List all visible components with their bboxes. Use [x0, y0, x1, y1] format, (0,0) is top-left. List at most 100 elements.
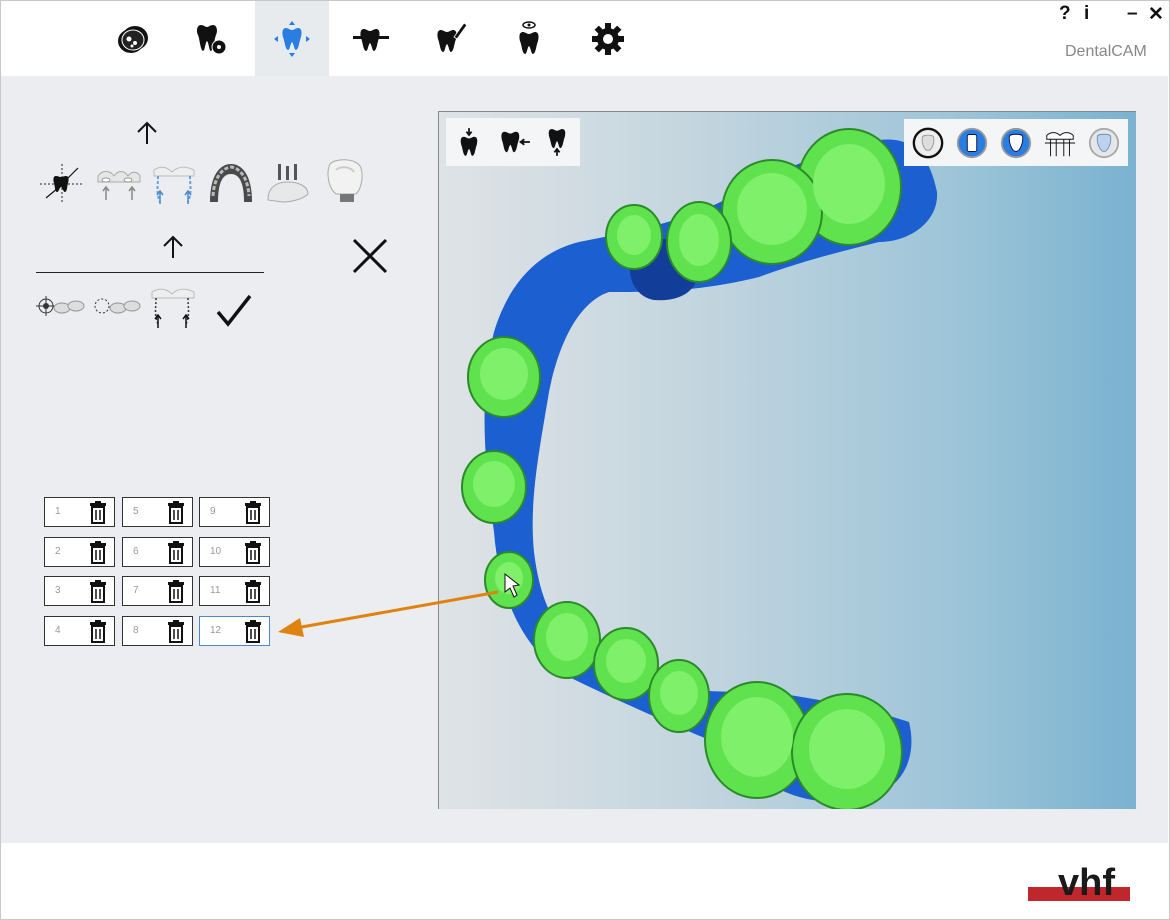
solid-view-button[interactable] — [953, 123, 991, 163]
info-button[interactable]: i — [1084, 3, 1089, 25]
tooth-side-view-icon — [501, 131, 530, 153]
jaw-tool[interactable] — [206, 162, 256, 206]
object-slot[interactable]: 12 — [199, 616, 270, 646]
help-button[interactable]: ? — [1059, 3, 1071, 25]
tooth-move-icon — [274, 20, 310, 57]
object-slot[interactable]: 11 — [199, 576, 270, 606]
tab-add-object[interactable] — [175, 1, 249, 76]
slot-number: 11 — [210, 585, 221, 596]
trash-icon[interactable] — [244, 580, 262, 603]
slot-number: 7 — [133, 585, 139, 596]
transparent-view-icon — [1088, 127, 1120, 159]
connectors-tool[interactable] — [150, 162, 198, 206]
sinter-pins-icon — [151, 288, 195, 328]
footer-bar — [1, 843, 1168, 918]
slot-number: 4 — [55, 625, 61, 636]
object-slot[interactable]: 2 — [44, 537, 115, 567]
annotation-arrow — [278, 590, 499, 637]
gear-icon — [592, 22, 624, 55]
display-mode-toolbar — [904, 119, 1128, 166]
pins-tooth-icon — [267, 164, 309, 203]
target-objects-icon — [36, 296, 85, 316]
object-slot[interactable]: 1 — [44, 497, 115, 527]
slot-number: 10 — [210, 546, 222, 557]
crown-view-button[interactable] — [997, 123, 1035, 163]
tooth-top-view-icon — [460, 128, 478, 156]
close-window-button[interactable]: ✕ — [1148, 3, 1164, 26]
panel-divider — [36, 272, 264, 273]
trash-icon[interactable] — [244, 541, 262, 564]
jaw-icon — [210, 164, 252, 202]
outline-view-button[interactable] — [909, 123, 947, 163]
tab-view[interactable] — [492, 1, 566, 76]
outline-view-icon — [912, 127, 944, 159]
close-icon[interactable] — [350, 236, 390, 276]
slot-number: 5 — [133, 506, 139, 517]
blank-disc-icon — [118, 25, 148, 53]
support-pins-tool[interactable] — [94, 162, 144, 206]
trash-icon[interactable] — [244, 620, 262, 643]
crown-view-icon — [1000, 127, 1032, 159]
support-pins-icon — [97, 171, 141, 200]
tooth-eye-icon — [519, 20, 539, 54]
top-toolbar: ? i – ✕ DentalCAM — [1, 1, 1168, 76]
rotate-objects-icon — [94, 298, 141, 314]
trash-icon[interactable] — [244, 501, 262, 524]
trash-icon[interactable] — [167, 541, 185, 564]
arrow-up-icon[interactable] — [160, 234, 186, 260]
sinter-pins-tool[interactable] — [148, 286, 198, 330]
trash-icon[interactable] — [89, 580, 107, 603]
3d-viewport[interactable] — [438, 111, 1136, 809]
minimize-button[interactable]: – — [1127, 3, 1138, 25]
bridge-view-button[interactable] — [1041, 123, 1079, 163]
position-icon — [40, 164, 84, 204]
object-slot[interactable]: 9 — [199, 497, 270, 527]
rotate-objects-tool[interactable] — [92, 288, 142, 324]
trash-icon[interactable] — [89, 620, 107, 643]
slot-number: 2 — [55, 546, 61, 557]
view-direction-toolbar — [446, 118, 580, 166]
object-slot[interactable]: 10 — [199, 537, 270, 567]
object-slot[interactable]: 4 — [44, 616, 115, 646]
tab-settings[interactable] — [571, 1, 645, 76]
arrow-up-icon[interactable] — [134, 120, 160, 146]
abutment-tool[interactable] — [320, 158, 368, 208]
trash-icon[interactable] — [167, 580, 185, 603]
tab-preparation[interactable] — [334, 1, 408, 76]
vhf-logo-text: vhf — [1058, 862, 1115, 904]
pins-tooth-tool[interactable] — [264, 162, 312, 206]
view-top-button[interactable] — [450, 122, 488, 162]
object-slot[interactable]: 5 — [122, 497, 193, 527]
slot-number: 12 — [210, 625, 222, 636]
tooth-tool-icon — [353, 28, 389, 51]
view-side-button[interactable] — [496, 122, 534, 162]
trash-icon[interactable] — [89, 501, 107, 524]
check-icon[interactable] — [214, 290, 254, 330]
slot-number: 9 — [210, 506, 216, 517]
trash-icon[interactable] — [167, 501, 185, 524]
solid-view-icon — [956, 127, 988, 159]
tab-calculation[interactable] — [413, 1, 487, 76]
tab-job[interactable] — [96, 1, 170, 76]
tooth-add-icon — [197, 24, 227, 54]
slot-number: 8 — [133, 625, 139, 636]
connectors-icon — [153, 166, 195, 204]
object-slot[interactable]: 8 — [122, 616, 193, 646]
object-slot[interactable]: 7 — [122, 576, 193, 606]
tooth-bottom-view-icon — [548, 129, 566, 156]
tooth-mill-icon — [437, 21, 468, 52]
slot-number: 3 — [55, 585, 61, 596]
trash-icon[interactable] — [167, 620, 185, 643]
tab-nesting[interactable] — [255, 1, 329, 76]
slot-number: 6 — [133, 546, 139, 557]
app-title: DentalCAM — [1065, 43, 1147, 60]
view-bottom-button[interactable] — [538, 122, 576, 162]
object-slot[interactable]: 6 — [122, 537, 193, 567]
object-slot[interactable]: 3 — [44, 576, 115, 606]
position-tool[interactable] — [38, 162, 86, 206]
abutment-icon — [327, 159, 363, 202]
slot-number: 1 — [55, 506, 61, 517]
transparent-view-button[interactable] — [1085, 123, 1123, 163]
target-objects-tool[interactable] — [36, 288, 86, 324]
trash-icon[interactable] — [89, 541, 107, 564]
